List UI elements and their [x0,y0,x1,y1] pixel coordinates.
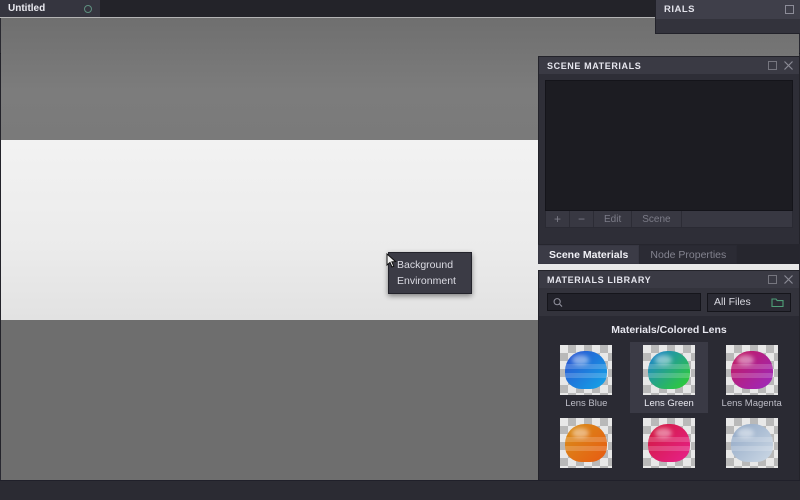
material-name: Lens Blue [565,398,608,409]
material-item[interactable] [630,415,709,475]
lens-orb-icon [730,351,773,389]
edit-material-button[interactable]: Edit [594,211,633,227]
floating-materials-panel-fragment[interactable]: RIALS [655,0,800,34]
viewport-tab-untitled[interactable]: Untitled [0,0,100,17]
material-thumbnail [725,418,778,468]
scene-materials-header: SCENE MATERIALS [539,57,799,74]
floating-panel-title: RIALS [664,4,695,15]
material-thumbnail [642,418,695,468]
context-menu-item-background[interactable]: Background [389,257,471,273]
scene-materials-header-buttons [768,60,794,71]
lens-orb-icon [730,424,773,462]
file-filter-dropdown[interactable]: All Files [707,292,791,312]
materials-library-searchbar: All Files [539,288,799,316]
material-thumbnail [725,345,778,395]
search-icon [553,297,563,307]
scene-material-button[interactable]: Scene [632,211,682,227]
window-bottom-strip [0,480,800,500]
material-name: Lens Magenta [721,398,782,409]
materials-library-header-buttons [768,274,794,285]
floating-panel-body [656,19,800,33]
material-item[interactable] [712,415,791,475]
lens-orb-icon [647,351,690,389]
maximize-icon[interactable] [785,5,794,14]
file-filter-label: All Files [714,296,751,308]
material-item[interactable]: Lens Green [629,342,709,413]
material-item[interactable]: Lens Blue [547,342,626,413]
context-menu-item-environment[interactable]: Environment [389,273,471,289]
app-root: Untitled — Owlet RIALS [0,0,800,500]
materials-grid: Lens Blue Lens Green Lens Magenta [539,342,799,475]
folder-icon [771,297,784,307]
add-material-button[interactable]: + [546,211,570,227]
scene-materials-body: + − Edit Scene [539,74,799,263]
viewport-panel: Untitled Background Environment [0,0,800,499]
remove-material-button[interactable]: − [570,211,594,227]
close-icon[interactable] [783,274,794,285]
viewport-tab-label: Untitled [8,3,46,14]
floating-panel-header: RIALS [656,0,800,19]
viewport-context-menu[interactable]: Background Environment [388,252,472,294]
materials-library-panel: MATERIALS LIBRARY All Files Materials/Co… [538,270,800,500]
materials-library-title: MATERIALS LIBRARY [547,274,652,285]
material-thumbnail [642,345,695,395]
material-item[interactable]: Lens Magenta [712,342,791,413]
lens-orb-icon [647,424,690,462]
close-icon[interactable] [783,60,794,71]
scene-materials-tabstrip: Scene Materials Node Properties [538,244,800,264]
scene-materials-list[interactable] [545,80,793,211]
scene-materials-title: SCENE MATERIALS [547,60,642,71]
materials-library-body: All Files Materials/Colored Lens Lens Bl… [539,288,799,499]
material-thumbnail [560,345,613,395]
materials-library-header: MATERIALS LIBRARY [539,271,799,288]
tab-scene-materials[interactable]: Scene Materials [538,245,640,264]
material-thumbnail [560,418,613,468]
render-status-circle-icon [84,4,92,13]
lens-orb-icon [565,351,608,389]
materials-library-grid-wrap[interactable]: Materials/Colored Lens Lens Blue Lens Gr… [539,316,799,499]
mouse-cursor-icon [386,252,398,272]
lens-orb-icon [565,424,608,462]
scene-materials-toolbar: + − Edit Scene [545,211,793,228]
maximize-icon[interactable] [768,61,777,70]
tab-node-properties[interactable]: Node Properties [639,245,738,264]
search-input[interactable] [566,296,695,308]
scene-materials-panel: SCENE MATERIALS + − Edit Scene [538,56,800,264]
materials-category-heading: Materials/Colored Lens [611,324,727,336]
material-item[interactable] [547,415,626,475]
search-field[interactable] [547,293,701,311]
material-name: Lens Green [644,398,694,409]
maximize-icon[interactable] [768,275,777,284]
